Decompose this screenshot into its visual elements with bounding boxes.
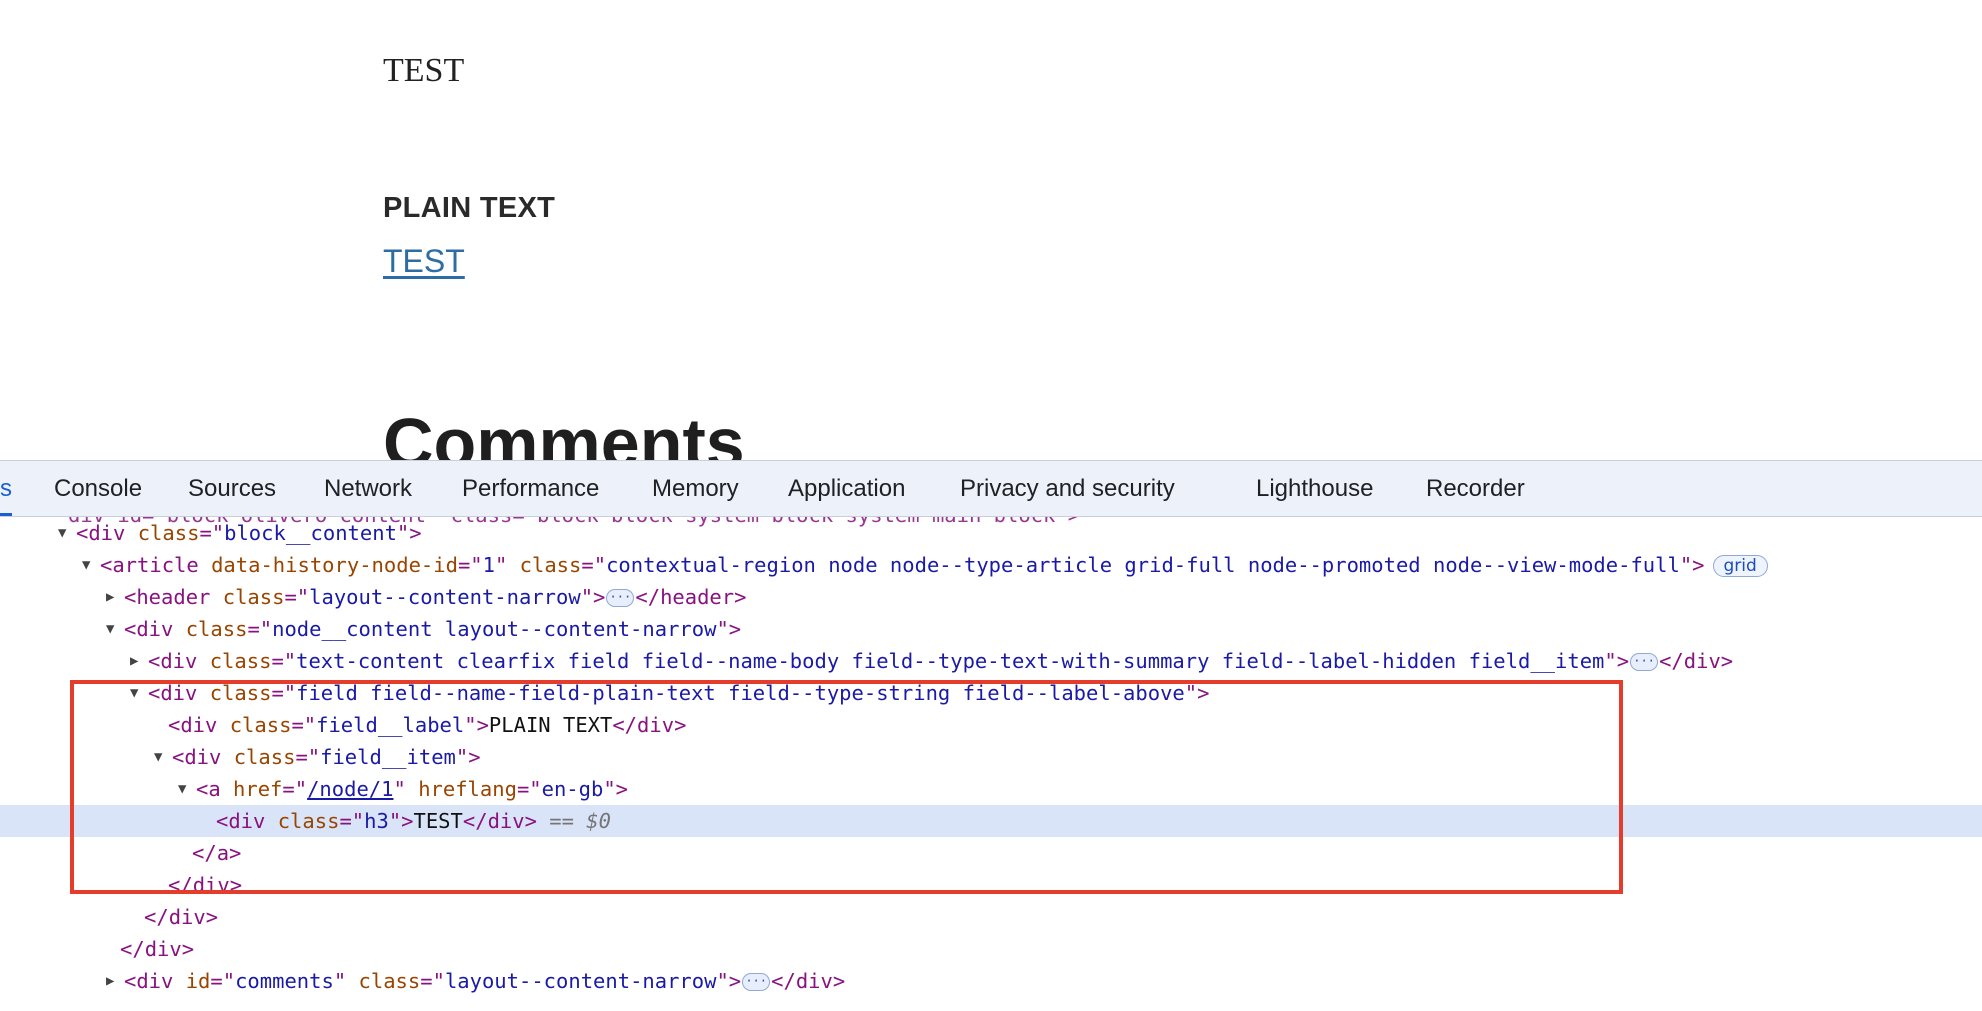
field-label: PLAIN TEXT <box>383 192 556 224</box>
dom-row[interactable]: ▼ <div class="field__item"> <box>0 741 1982 773</box>
field-link[interactable]: TEST <box>383 243 465 280</box>
expand-triangle-icon[interactable]: ▼ <box>58 517 76 549</box>
ellipsis-icon[interactable]: ··· <box>606 589 635 607</box>
dom-row[interactable]: </div> <box>0 933 1982 965</box>
page-viewport: TEST PLAIN TEXT TEST Comments <box>0 0 1982 462</box>
body-text: TEST <box>383 52 465 89</box>
devtools-panel: s Console Sources Network Performance Me… <box>0 460 1982 1011</box>
dom-row[interactable]: </div> <box>0 901 1982 933</box>
dom-row[interactable]: </div> <box>0 869 1982 901</box>
dom-row[interactable]: ▼ <div class="field field--name-field-pla… <box>0 677 1982 709</box>
ellipsis-icon[interactable]: ··· <box>1630 653 1659 671</box>
dom-row[interactable]: ▼ <div class="block__content"> <box>0 517 1982 549</box>
expand-triangle-icon[interactable]: ▼ <box>154 741 172 773</box>
dom-row[interactable]: <div class="field__label">PLAIN TEXT</di… <box>0 709 1982 741</box>
expand-triangle-icon[interactable]: ▼ <box>178 773 196 805</box>
tab-performance[interactable]: Performance <box>462 461 599 516</box>
tab-console[interactable]: Console <box>54 461 142 516</box>
dom-row-selected[interactable]: <div class="h3">TEST</div> == $0 <box>0 805 1982 837</box>
tab-recorder[interactable]: Recorder <box>1426 461 1525 516</box>
ellipsis-icon[interactable]: ··· <box>742 973 771 991</box>
collapse-triangle-icon[interactable]: ▶ <box>106 581 124 613</box>
tab-memory[interactable]: Memory <box>652 461 739 516</box>
devtools-tab-bar: s Console Sources Network Performance Me… <box>0 461 1982 517</box>
tab-elements[interactable]: s <box>0 461 12 516</box>
tab-sources[interactable]: Sources <box>188 461 276 516</box>
dom-row[interactable]: </a> <box>0 837 1982 869</box>
dom-row[interactable]: ▶ <header class="layout--content-narrow">… <box>0 581 1982 613</box>
dom-row[interactable]: ▼ <article data-history-node-id="1" class… <box>0 549 1982 581</box>
tab-application[interactable]: Application <box>788 461 905 516</box>
comments-heading: Comments <box>383 404 745 462</box>
expand-triangle-icon[interactable]: ▼ <box>106 613 124 645</box>
dom-row[interactable]: ▶ <div id="comments" class="layout--conte… <box>0 965 1982 997</box>
grid-badge[interactable]: grid <box>1712 555 1768 577</box>
dom-tree: div id="block-olivero-content" class="bl… <box>0 517 1982 1011</box>
selected-node-ref: == $0 <box>549 809 611 833</box>
expand-triangle-icon[interactable]: ▼ <box>130 677 148 709</box>
collapse-triangle-icon[interactable]: ▶ <box>106 965 124 997</box>
collapse-triangle-icon[interactable]: ▶ <box>130 645 148 677</box>
dom-row[interactable]: ▼ <a href="/node/1" hreflang="en-gb"> <box>0 773 1982 805</box>
dom-row[interactable]: ▼ <div class="node__content layout--conte… <box>0 613 1982 645</box>
tab-network[interactable]: Network <box>324 461 412 516</box>
tab-lighthouse[interactable]: Lighthouse <box>1256 461 1373 516</box>
tab-privacy-and-security[interactable]: Privacy and security <box>960 461 1175 516</box>
dom-row[interactable]: ▶ <div class="text-content clearfix field… <box>0 645 1982 677</box>
expand-triangle-icon[interactable]: ▼ <box>82 549 100 581</box>
href-link[interactable]: /node/1 <box>307 777 393 801</box>
